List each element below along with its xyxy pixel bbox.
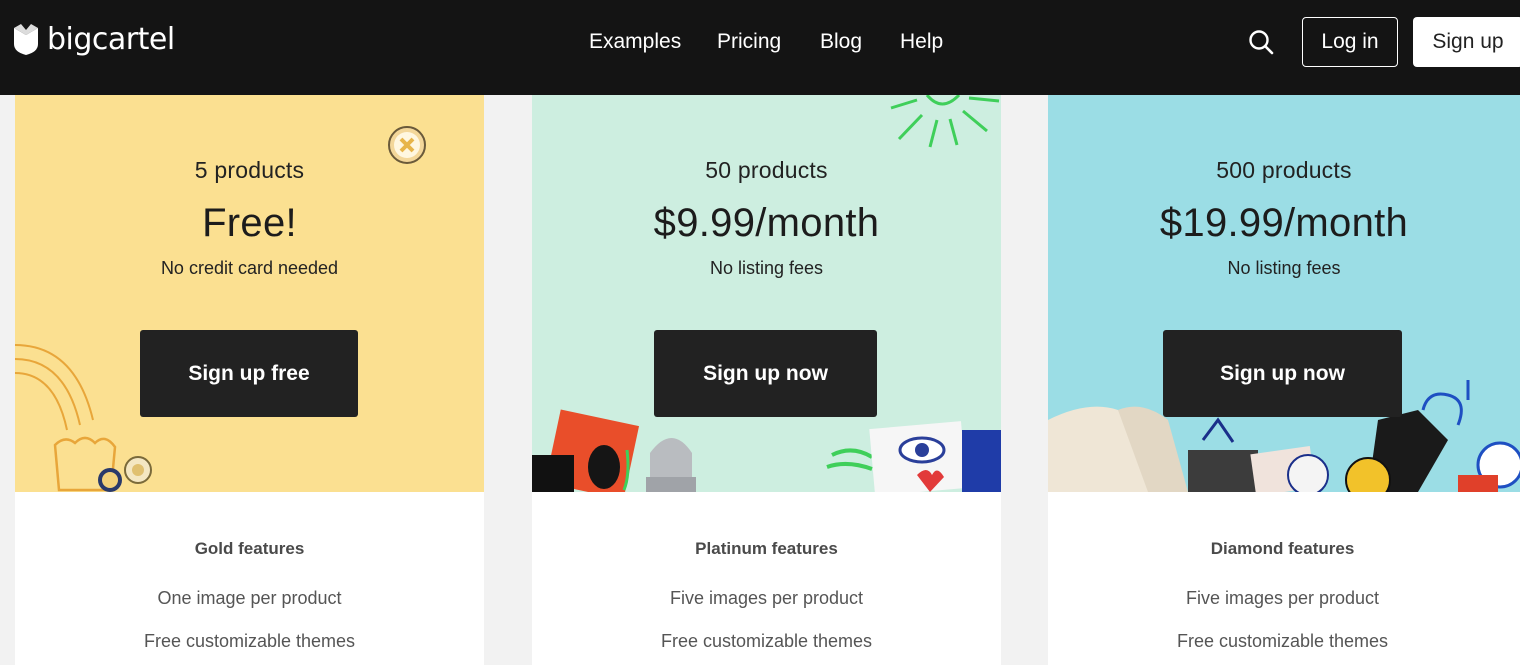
plan-hero-platinum: 50 products $9.99/month No listing fees …: [532, 95, 1001, 492]
plan-features-platinum: Platinum features Five images per produc…: [532, 492, 1001, 665]
plan-note: No listing fees: [1227, 258, 1341, 278]
plan-note: No credit card needed: [160, 258, 339, 278]
signup-now-button[interactable]: Sign up now: [1163, 330, 1402, 417]
nav-help[interactable]: Help: [900, 26, 943, 58]
feature-item: Five images per product: [1185, 588, 1380, 608]
plan-card-gold: 5 products Free! No credit card needed S…: [15, 95, 484, 665]
nav-blog[interactable]: Blog: [820, 26, 862, 58]
search-icon[interactable]: [1247, 28, 1275, 56]
plan-hero-diamond: 500 products $19.99/month No listing fee…: [1048, 95, 1520, 492]
login-button[interactable]: Log in: [1302, 17, 1398, 67]
signup-now-button[interactable]: Sign up now: [654, 330, 877, 417]
features-title: Platinum features: [695, 539, 838, 558]
nav-pricing[interactable]: Pricing: [717, 26, 781, 58]
plan-price: $9.99/month: [653, 201, 880, 245]
plan-products: 500 products: [1216, 157, 1352, 183]
plan-features-gold: Gold features One image per product Free…: [15, 492, 484, 665]
features-title: Diamond features: [1210, 539, 1355, 558]
plan-note: No listing fees: [709, 258, 824, 278]
plan-products: 5 products: [194, 157, 305, 183]
signup-button[interactable]: Sign up: [1413, 17, 1520, 67]
plan-hero-gold: 5 products Free! No credit card needed S…: [15, 95, 484, 492]
feature-item: Free customizable themes: [143, 631, 356, 651]
main-nav: Examples Pricing Blog Help: [0, 26, 1520, 58]
features-title: Gold features: [194, 539, 305, 558]
plan-features-diamond: Diamond features Five images per product…: [1048, 492, 1517, 665]
top-navigation-bar: bigcartel Examples Pricing Blog Help Log…: [0, 0, 1520, 95]
plan-card-platinum: 50 products $9.99/month No listing fees …: [532, 95, 1001, 665]
feature-item: One image per product: [157, 588, 342, 608]
feature-item: Five images per product: [669, 588, 864, 608]
feature-item: Free customizable themes: [1176, 631, 1389, 651]
sun-doodle-icon: [890, 95, 1000, 148]
feature-item: Free customizable themes: [660, 631, 873, 651]
nav-examples[interactable]: Examples: [589, 26, 681, 58]
plan-price: $19.99/month: [1159, 201, 1409, 245]
plan-products: 50 products: [705, 157, 828, 183]
plan-card-diamond: 500 products $19.99/month No listing fee…: [1048, 95, 1520, 665]
signup-free-button[interactable]: Sign up free: [140, 330, 358, 417]
plan-price: Free!: [202, 201, 297, 245]
